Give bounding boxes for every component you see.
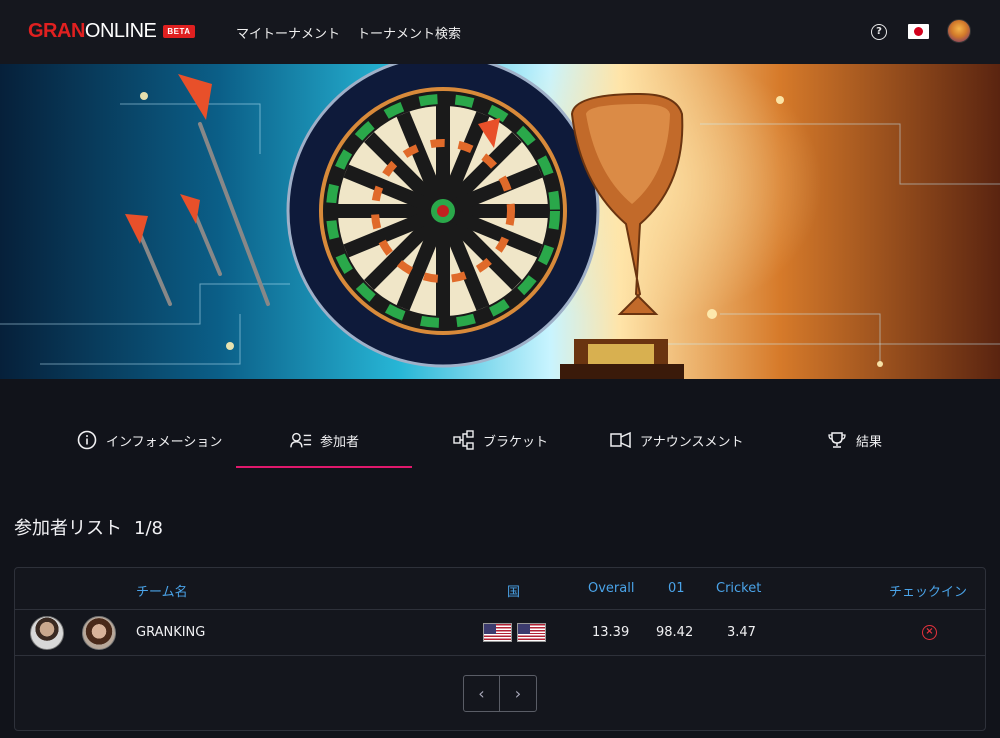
participants-table: チーム名 国 Overall 01 Cricket チェックイン GRANKIN…	[14, 567, 986, 731]
column-team-name[interactable]: チーム名	[136, 581, 188, 600]
column-overall[interactable]: Overall	[588, 581, 634, 596]
tab-participants-label: 参加者	[320, 434, 360, 450]
overall-value: 13.39	[592, 625, 630, 640]
tab-announcement-label: アナウンスメント	[640, 434, 744, 450]
logo-gran-text: GRAN	[28, 20, 85, 42]
tournament-banner-image	[0, 64, 1000, 379]
participants-list-heading: 参加者リスト 1/8	[14, 514, 163, 540]
pagination: ‹ ›	[463, 675, 537, 712]
japan-flag-icon[interactable]	[908, 24, 929, 39]
gran-online-logo[interactable]: GRAN ONLINE BETA	[28, 20, 195, 43]
tab-information-label: インフォメーション	[106, 434, 223, 450]
player-1-avatar[interactable]	[30, 616, 64, 650]
column-01[interactable]: 01	[668, 581, 685, 596]
bracket-icon	[453, 429, 475, 451]
top-header: GRAN ONLINE BETA マイトーナメント トーナメント検索 ?	[0, 0, 1000, 64]
tab-results[interactable]: 結果	[826, 420, 882, 460]
nav-tournament-search[interactable]: トーナメント検索	[357, 23, 461, 42]
team-name[interactable]: GRANKING	[136, 625, 205, 640]
table-header: チーム名 国 Overall 01 Cricket チェックイン	[15, 568, 985, 610]
banner-illustration	[0, 64, 1000, 379]
table-row[interactable]: GRANKING 13.39 98.42 3.47 ×	[15, 610, 985, 656]
player-2-avatar[interactable]	[82, 616, 116, 650]
prev-page-button[interactable]: ‹	[464, 676, 501, 711]
next-page-button[interactable]: ›	[500, 676, 536, 711]
tab-bracket[interactable]: ブラケット	[453, 420, 548, 460]
tournament-tabs: インフォメーション 参加者 ブラケット アナウンスメント 結果	[0, 420, 1000, 468]
x-circle-icon[interactable]: ×	[922, 625, 937, 640]
participants-count: 1/8	[134, 518, 163, 539]
tab-announcement[interactable]: アナウンスメント	[610, 420, 743, 460]
tab-bracket-label: ブラケット	[483, 434, 549, 450]
info-circle-icon	[76, 429, 98, 451]
logo-online-text: ONLINE	[84, 20, 157, 42]
us-flag-icon	[483, 623, 512, 642]
column-checkin[interactable]: チェックイン	[889, 581, 967, 600]
beta-badge: BETA	[163, 25, 195, 38]
cricket-value: 3.47	[727, 625, 756, 640]
column-cricket[interactable]: Cricket	[716, 581, 761, 596]
us-flag-icon	[517, 623, 546, 642]
column-country[interactable]: 国	[507, 581, 520, 600]
participants-list-icon	[290, 429, 312, 451]
user-avatar-icon[interactable]	[947, 19, 971, 43]
zero-one-value: 98.42	[656, 625, 694, 640]
tab-participants[interactable]: 参加者	[290, 420, 359, 460]
tab-results-label: 結果	[856, 434, 883, 450]
active-tab-indicator	[236, 466, 412, 468]
tab-information[interactable]: インフォメーション	[76, 420, 222, 460]
nav-my-tournaments[interactable]: マイトーナメント	[236, 23, 340, 42]
trophy-icon	[826, 429, 848, 451]
participants-title: 参加者リスト	[14, 518, 122, 539]
question-circle-icon[interactable]: ?	[871, 24, 887, 40]
megaphone-icon	[610, 429, 632, 451]
